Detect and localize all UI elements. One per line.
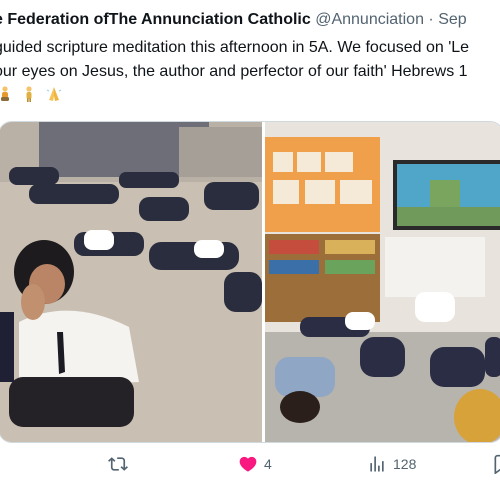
classroom-screen-photo[interactable] — [265, 122, 500, 442]
tweet-header: e Federation ofThe Annunciation Catholic… — [0, 10, 467, 30]
like-count: 4 — [264, 456, 272, 472]
views-icon — [370, 456, 384, 472]
retweet-button[interactable] — [108, 454, 134, 474]
views-button[interactable]: 128 — [367, 454, 416, 474]
folded-hands-emoji — [45, 85, 63, 107]
author-handle[interactable]: @Annunciation — [315, 11, 424, 28]
emoji-row — [0, 85, 63, 107]
share-button[interactable] — [492, 454, 500, 474]
tweet-text-line: our eyes on Jesus, the author and perfec… — [0, 63, 468, 80]
tweet-text: guided scripture meditation this afterno… — [0, 36, 500, 84]
views-count: 128 — [393, 456, 417, 472]
bookmark-icon — [494, 454, 500, 474]
retweet-icon — [108, 457, 128, 471]
classroom-floor-photo[interactable] — [0, 122, 262, 442]
person-kneeling-emoji — [0, 86, 14, 107]
separator: · — [428, 11, 434, 28]
person-standing-emoji — [20, 86, 38, 107]
media-grid — [0, 121, 500, 443]
tweet-text-line: guided scripture meditation this afterno… — [0, 39, 470, 56]
author-name[interactable]: e Federation ofThe Annunciation Catholic — [0, 11, 311, 28]
action-bar: 4 128 — [0, 454, 500, 478]
like-button[interactable]: 4 — [238, 454, 272, 474]
heart-icon — [239, 456, 257, 472]
tweet-date[interactable]: Sep — [438, 11, 466, 28]
